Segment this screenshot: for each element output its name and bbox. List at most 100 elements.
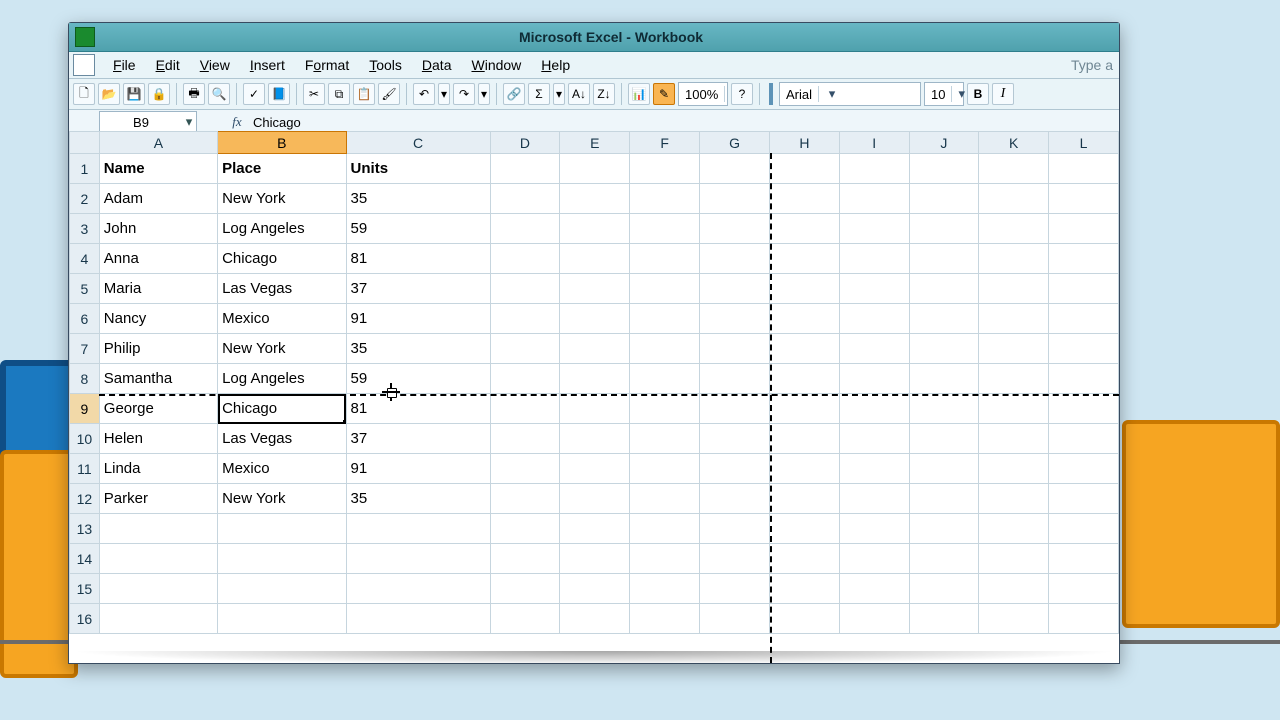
- hyperlink-button[interactable]: 🔗: [503, 83, 525, 105]
- cell-H15[interactable]: [770, 574, 840, 604]
- cell-B9[interactable]: Chicago: [218, 394, 346, 424]
- cell-H13[interactable]: [770, 514, 840, 544]
- cell-F1[interactable]: [630, 154, 700, 184]
- column-header-E[interactable]: E: [560, 132, 630, 154]
- cell-G10[interactable]: [700, 424, 770, 454]
- cell-G15[interactable]: [700, 574, 770, 604]
- menu-tools[interactable]: Tools: [359, 55, 412, 75]
- chevron-down-icon[interactable]: ▾: [182, 114, 196, 130]
- cell-D10[interactable]: [490, 424, 560, 454]
- cell-J16[interactable]: [909, 604, 979, 634]
- cell-D6[interactable]: [490, 304, 560, 334]
- cell-H16[interactable]: [770, 604, 840, 634]
- cell-F11[interactable]: [630, 454, 700, 484]
- cell-G4[interactable]: [700, 244, 770, 274]
- cell-C14[interactable]: [346, 544, 490, 574]
- column-header-K[interactable]: K: [979, 132, 1049, 154]
- bold-button[interactable]: B: [967, 83, 989, 105]
- help-button[interactable]: ?: [731, 83, 753, 105]
- cell-L10[interactable]: [1049, 424, 1119, 454]
- cell-K9[interactable]: [979, 394, 1049, 424]
- cell-J9[interactable]: [909, 394, 979, 424]
- cell-A3[interactable]: John: [99, 214, 217, 244]
- cell-I10[interactable]: [839, 424, 909, 454]
- worksheet-area[interactable]: ABCDEFGHIJKL 1NamePlaceUnits2AdamNew Yor…: [69, 131, 1119, 663]
- cell-E11[interactable]: [560, 454, 630, 484]
- cell-I8[interactable]: [839, 364, 909, 394]
- cell-B11[interactable]: Mexico: [218, 454, 346, 484]
- cell-B5[interactable]: Las Vegas: [218, 274, 346, 304]
- cell-G13[interactable]: [700, 514, 770, 544]
- cell-J2[interactable]: [909, 184, 979, 214]
- sort-asc-button[interactable]: A↓: [568, 83, 590, 105]
- cell-K1[interactable]: [979, 154, 1049, 184]
- cell-E3[interactable]: [560, 214, 630, 244]
- cell-H11[interactable]: [770, 454, 840, 484]
- cell-L14[interactable]: [1049, 544, 1119, 574]
- cell-K15[interactable]: [979, 574, 1049, 604]
- cell-B15[interactable]: [218, 574, 346, 604]
- cell-I15[interactable]: [839, 574, 909, 604]
- cell-G5[interactable]: [700, 274, 770, 304]
- cell-E9[interactable]: [560, 394, 630, 424]
- cell-A14[interactable]: [99, 544, 217, 574]
- cell-F3[interactable]: [630, 214, 700, 244]
- cell-J3[interactable]: [909, 214, 979, 244]
- cell-F9[interactable]: [630, 394, 700, 424]
- redo-dropdown[interactable]: ▾: [478, 83, 490, 105]
- cell-B2[interactable]: New York: [218, 184, 346, 214]
- cell-K6[interactable]: [979, 304, 1049, 334]
- autosum-button[interactable]: Σ: [528, 83, 550, 105]
- row-header-15[interactable]: 15: [70, 574, 100, 604]
- cell-B1[interactable]: Place: [218, 154, 346, 184]
- cell-I7[interactable]: [839, 334, 909, 364]
- menu-file[interactable]: File: [103, 55, 146, 75]
- cell-L6[interactable]: [1049, 304, 1119, 334]
- title-bar[interactable]: Microsoft Excel - Workbook: [69, 23, 1119, 52]
- menu-help[interactable]: Help: [531, 55, 580, 75]
- cell-D2[interactable]: [490, 184, 560, 214]
- cell-B12[interactable]: New York: [218, 484, 346, 514]
- cell-E7[interactable]: [560, 334, 630, 364]
- cell-C9[interactable]: 81: [346, 394, 490, 424]
- cell-H9[interactable]: [770, 394, 840, 424]
- cell-E12[interactable]: [560, 484, 630, 514]
- cell-A6[interactable]: Nancy: [99, 304, 217, 334]
- cell-E4[interactable]: [560, 244, 630, 274]
- row-header-5[interactable]: 5: [70, 274, 100, 304]
- cell-A8[interactable]: Samantha: [99, 364, 217, 394]
- cell-L12[interactable]: [1049, 484, 1119, 514]
- undo-dropdown[interactable]: ▾: [438, 83, 450, 105]
- cell-C4[interactable]: 81: [346, 244, 490, 274]
- cell-A9[interactable]: George: [99, 394, 217, 424]
- cell-G8[interactable]: [700, 364, 770, 394]
- cell-A11[interactable]: Linda: [99, 454, 217, 484]
- cell-G2[interactable]: [700, 184, 770, 214]
- cell-A5[interactable]: Maria: [99, 274, 217, 304]
- save-button[interactable]: 💾: [123, 83, 145, 105]
- cell-I14[interactable]: [839, 544, 909, 574]
- fx-label[interactable]: fx: [225, 114, 249, 130]
- cell-K8[interactable]: [979, 364, 1049, 394]
- name-box[interactable]: B9 ▾: [99, 111, 197, 133]
- cell-L4[interactable]: [1049, 244, 1119, 274]
- cell-K2[interactable]: [979, 184, 1049, 214]
- cell-E6[interactable]: [560, 304, 630, 334]
- cell-G12[interactable]: [700, 484, 770, 514]
- row-header-3[interactable]: 3: [70, 214, 100, 244]
- cell-F4[interactable]: [630, 244, 700, 274]
- cell-E14[interactable]: [560, 544, 630, 574]
- select-all-corner[interactable]: [70, 132, 100, 154]
- cell-I6[interactable]: [839, 304, 909, 334]
- cell-I12[interactable]: [839, 484, 909, 514]
- cell-J4[interactable]: [909, 244, 979, 274]
- cell-J11[interactable]: [909, 454, 979, 484]
- cell-D13[interactable]: [490, 514, 560, 544]
- cell-G16[interactable]: [700, 604, 770, 634]
- cell-G3[interactable]: [700, 214, 770, 244]
- cell-K5[interactable]: [979, 274, 1049, 304]
- cell-H10[interactable]: [770, 424, 840, 454]
- row-header-10[interactable]: 10: [70, 424, 100, 454]
- cell-C1[interactable]: Units: [346, 154, 490, 184]
- cell-J6[interactable]: [909, 304, 979, 334]
